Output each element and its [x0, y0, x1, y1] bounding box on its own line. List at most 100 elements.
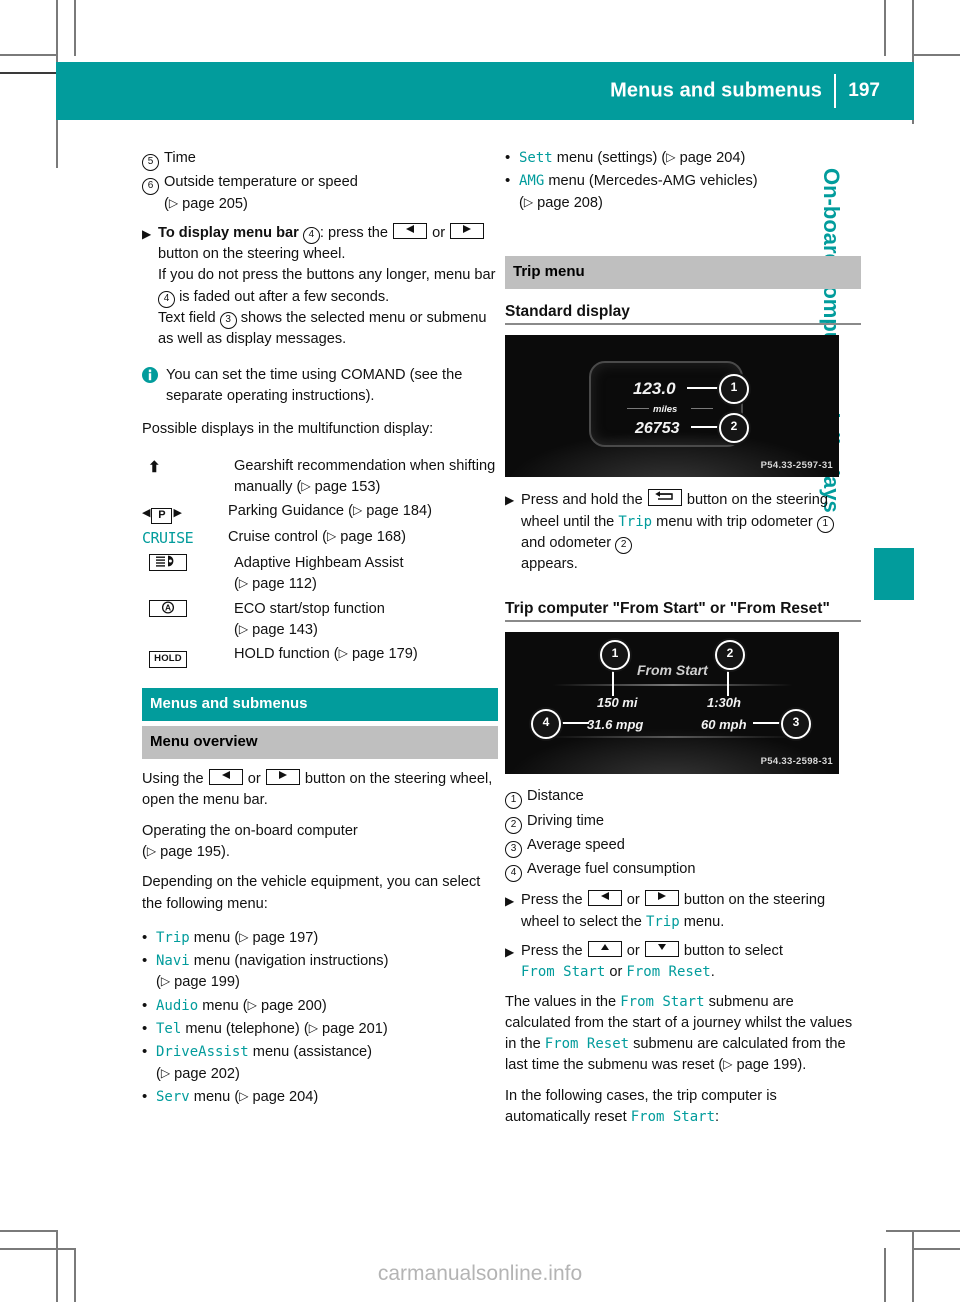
step-text-post1: menu with trip odometer	[656, 513, 813, 530]
page-title: Menus and submenus	[610, 79, 822, 102]
figure-trip-computer: From Start 150 mi 1:30h 31.6 mpg 60 mph …	[505, 632, 839, 775]
menu-name: Navi	[156, 953, 190, 970]
page-number: 197	[848, 80, 880, 101]
step-text: Press the	[521, 892, 583, 909]
row-rule-bottom	[547, 736, 797, 739]
right-arrow-button-icon[interactable]	[265, 769, 300, 786]
page-ref: page 205	[182, 195, 244, 212]
instruction-step: ▶ Press the or button to select From Sta…	[505, 941, 861, 984]
menu-desc: menu (assistance)	[252, 1044, 373, 1061]
left-arrow-button-icon[interactable]	[208, 769, 243, 786]
left-arrow-button-icon[interactable]	[393, 222, 428, 239]
right-arrow-button-icon[interactable]	[450, 222, 485, 239]
step-text: Press and hold the	[521, 492, 643, 509]
page-ref: page 197	[252, 929, 314, 946]
header-divider	[834, 74, 836, 108]
subsection-heading: Menu overview	[142, 726, 498, 760]
legend-label: Average speed	[527, 836, 625, 853]
return-back-button-icon[interactable]	[647, 489, 682, 507]
bullet-dot-icon: •	[142, 1019, 148, 1037]
bullet-dot-icon: •	[142, 928, 148, 946]
circled-number-icon: 4	[302, 226, 320, 244]
down-arrow-button-icon[interactable]	[644, 941, 679, 957]
symbol-desc: ECO start/stop function	[234, 600, 385, 617]
para-following-cases: In the following cases, the trip compute…	[505, 1086, 861, 1129]
distance-unit-label: miles	[653, 404, 678, 416]
step-line2: If you do not press the buttons any long…	[158, 267, 496, 284]
menu-name: Trip	[618, 513, 653, 530]
trip-computer-title: From Start	[637, 662, 708, 679]
row-rule-top	[553, 684, 793, 687]
menu-name: Sett	[519, 150, 553, 166]
para-text-1: The values in the	[505, 993, 617, 1010]
page-ref: page 208	[537, 194, 599, 211]
menu-bullet: • Serv menu (▷ page 204)	[142, 1087, 498, 1108]
menu-bullet: • Trip menu (▷ page 197)	[142, 928, 498, 949]
step-or-word: or	[432, 224, 446, 241]
figure-standard-display: 123.0 miles 26753 1 2 P54.33-2597-31	[505, 335, 839, 478]
menu-desc: menu	[193, 1088, 231, 1105]
crop-mark-bottom-left-h	[0, 1230, 58, 1232]
left-arrow-button-icon[interactable]	[587, 890, 622, 907]
menu-name: DriveAssist	[156, 1044, 249, 1061]
trip-menu-heading: Trip menu	[505, 255, 861, 289]
submenu-option-from-start: From Start	[630, 1109, 716, 1126]
menu-bullet: • Audio menu (▷ page 200)	[142, 996, 498, 1017]
up-arrow-button-icon[interactable]	[587, 941, 622, 957]
page-ref-arrow-icon: ▷	[308, 1020, 318, 1035]
legend-item: 5 Time	[142, 148, 498, 171]
bullet-dot-icon: •	[142, 1043, 148, 1061]
driving-time-value: 1:30h	[707, 695, 741, 711]
menu-bullet: • Navi menu (navigation instructions) (▷…	[142, 952, 389, 991]
crop-mark-top-left-h	[0, 54, 58, 56]
page-ref-arrow-icon: ▷	[239, 929, 249, 944]
page-ref: page 204	[252, 1088, 314, 1105]
bullet-dot-icon: •	[142, 952, 148, 970]
eco-start-stop-icon: A	[142, 599, 234, 622]
menu-desc: menu (Mercedes-AMG vehicles)	[548, 173, 758, 190]
step-line2-end: is faded out after a few seconds.	[179, 288, 390, 305]
page-ref: page 204	[679, 150, 741, 166]
right-arrow-button-icon[interactable]	[644, 890, 679, 907]
crop-mark-top-right-v	[884, 0, 886, 56]
bullet-dot-icon: •	[505, 149, 511, 166]
circled-number-icon: 4	[505, 865, 522, 883]
page-ref: page 195	[160, 843, 222, 860]
bullet-dot-icon: •	[142, 996, 148, 1014]
menu-desc: menu	[193, 929, 231, 946]
instruction-step: ▶ Press and hold the button on the steer…	[505, 489, 861, 575]
callout-leader-1	[687, 387, 723, 390]
unit-rule-left	[627, 408, 649, 410]
symbol-desc: Parking Guidance	[228, 503, 345, 520]
step-text-post2: and odometer	[521, 535, 612, 551]
step-or-word-2: or	[609, 964, 623, 981]
trip-odometer-value: 123.0	[633, 379, 676, 399]
step-triangle-icon: ▶	[505, 894, 515, 909]
submenu-option-from-reset: From Reset	[626, 964, 711, 981]
info-icon	[142, 365, 166, 390]
standard-display-heading: Standard display	[505, 301, 861, 326]
circled-number-icon: 4	[158, 290, 175, 308]
page-ref-arrow-icon: ▷	[146, 843, 157, 858]
info-note: You can set the time using COMAND (see t…	[142, 365, 498, 408]
symbol-desc: Adaptive Highbeam Assist	[234, 555, 404, 572]
site-watermark: carmanualsonline.info	[377, 1262, 583, 1285]
page-ref: page 153	[314, 478, 376, 495]
page-ref-arrow-icon: ▷	[247, 997, 257, 1012]
page-ref-arrow-icon: ▷	[723, 1057, 733, 1072]
menu-name: Trip	[156, 929, 190, 946]
para-text-4: .	[802, 1057, 807, 1074]
crop-mark-bottom-right-h	[886, 1230, 960, 1232]
trip-computer-heading: Trip computer "From Start" or "From Rese…	[505, 598, 861, 623]
average-speed-value: 60 mph	[701, 717, 747, 733]
page-ref: page 143	[252, 621, 314, 638]
menu-name: Serv	[156, 1088, 190, 1105]
step-text-tail: button on the steering wheel.	[158, 246, 346, 263]
page-ref: page 199	[174, 974, 236, 991]
crop-mark-top-left-h2	[0, 72, 58, 74]
para-text: Using the	[142, 771, 204, 788]
page-ref-arrow-icon: ▷	[523, 194, 534, 209]
menu-desc: menu (telephone)	[185, 1020, 300, 1037]
page-ref: page 184	[366, 503, 428, 520]
step-bold-lead: To display menu bar	[158, 224, 299, 241]
